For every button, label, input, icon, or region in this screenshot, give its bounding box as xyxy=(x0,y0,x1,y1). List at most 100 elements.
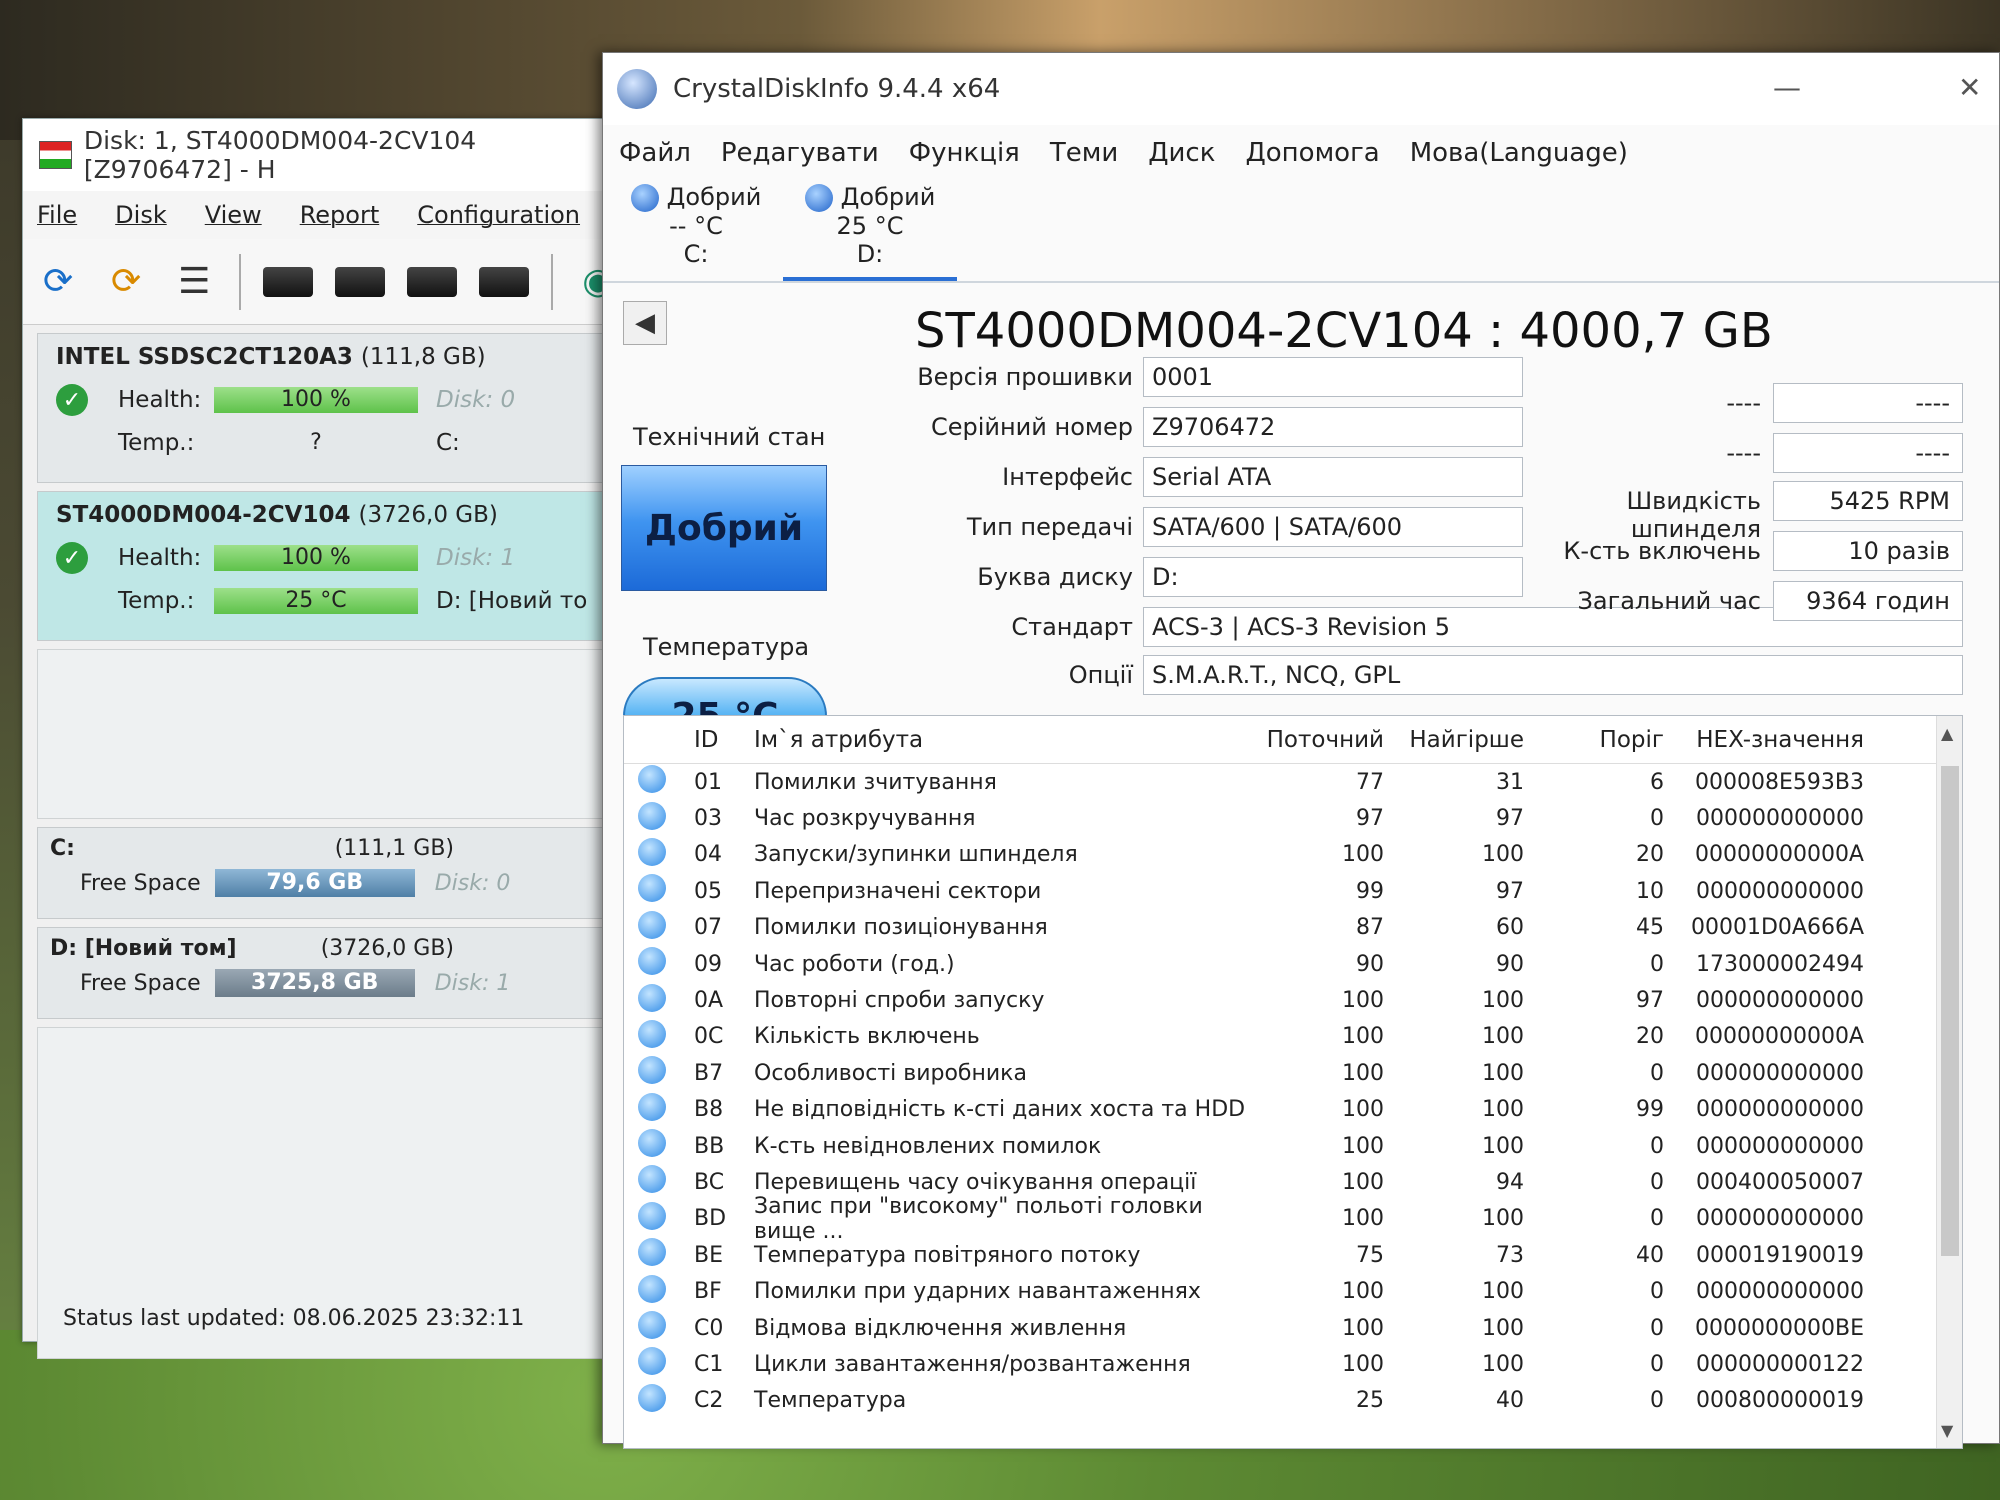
table-row[interactable]: BE Температура повітряного потоку 75 73 40 00… xyxy=(624,1237,1962,1273)
drive-letter-label: Буква диску xyxy=(977,563,1133,591)
power-on-count-value: 10 разів xyxy=(1773,531,1963,571)
volume-entry-d[interactable]: D: [Новий том] (3726,0 GB) Free Space 372… xyxy=(37,927,607,1019)
volume-disk-index: Disk: 0 xyxy=(434,870,511,896)
disk-test-icon[interactable] xyxy=(407,266,458,297)
list-icon[interactable]: ☰ xyxy=(171,258,217,306)
minimize-icon[interactable]: — xyxy=(1773,71,1801,104)
attribute-id: 0A xyxy=(694,988,724,1014)
refresh-warning-icon[interactable]: ⟳ xyxy=(103,258,149,306)
smart-attributes-table[interactable]: ID Ім`я атрибута Поточний Найгірше Поріг… xyxy=(623,715,1963,1449)
menu-view[interactable]: View xyxy=(205,201,262,229)
attribute-worst: 40 xyxy=(1496,1388,1524,1414)
disk-entry-intel[interactable]: INTEL SSDSC2CT120A3 (111,8 GB) ✓ Health:… xyxy=(37,333,607,483)
firmware-value: 0001 xyxy=(1143,357,1523,397)
table-row[interactable]: 07 Помилки позиціонування 87 60 45 00001D0A66… xyxy=(624,910,1962,946)
attribute-id: BB xyxy=(694,1133,725,1159)
attribute-raw: 000019190019 xyxy=(1696,1242,1864,1268)
attribute-raw: 000000000000 xyxy=(1696,1097,1864,1123)
scroll-up-icon[interactable]: ▲ xyxy=(1941,724,1953,743)
status-good-icon xyxy=(804,184,833,212)
menu-file[interactable]: File xyxy=(37,201,77,229)
table-row[interactable]: BD Запис при "високому" польоті головки в… xyxy=(624,1194,1962,1244)
col-worst[interactable]: Найгірше xyxy=(1384,727,1524,753)
status-dot-icon xyxy=(638,1201,666,1230)
col-threshold[interactable]: Поріг xyxy=(1524,727,1664,753)
drive-tab-c[interactable]: Добрий -- °C C: xyxy=(609,181,783,281)
smart-table-header: ID Ім`я атрибута Поточний Найгірше Поріг… xyxy=(624,716,1962,764)
attribute-raw: 000400050007 xyxy=(1696,1169,1864,1195)
menu-configuration[interactable]: Configuration xyxy=(417,201,580,229)
attribute-worst: 100 xyxy=(1482,988,1524,1014)
col-current[interactable]: Поточний xyxy=(1254,727,1384,753)
crystaldiskinfo-app-icon xyxy=(617,69,657,109)
menu-disk[interactable]: Диск xyxy=(1148,138,1215,168)
table-row[interactable]: 05 Перепризначені сектори 99 97 10 0000000000… xyxy=(624,873,1962,909)
temperature-label: Температура xyxy=(643,633,810,661)
col-raw-values[interactable]: HEX-значення xyxy=(1664,727,1864,753)
status-dot-icon xyxy=(638,1019,666,1048)
table-row[interactable]: 03 Час розкручування 97 97 0 000000000000 xyxy=(624,800,1962,836)
menu-function[interactable]: Функція xyxy=(909,138,1020,168)
menu-language[interactable]: Мова(Language) xyxy=(1410,138,1628,168)
table-row[interactable]: 09 Час роботи (год.) 90 90 0 173000002494 xyxy=(624,946,1962,982)
table-row[interactable]: 0C Кількість включень 100 100 20 00000000000A xyxy=(624,1019,1962,1055)
table-row[interactable]: BF Помилки при ударних навантаженнях 100 10… xyxy=(624,1273,1962,1309)
status-cell xyxy=(624,1201,694,1236)
attribute-current: 75 xyxy=(1356,1242,1384,1268)
menu-disk[interactable]: Disk xyxy=(115,201,167,229)
health-status-button[interactable]: Добрий xyxy=(621,465,827,591)
menu-edit[interactable]: Редагувати xyxy=(721,138,879,168)
attribute-raw: 000000000000 xyxy=(1696,1279,1864,1305)
left-window-title: Disk: 1, ST4000DM004-2CV104 [Z9706472] -… xyxy=(83,126,477,184)
table-row[interactable]: C1 Цикли завантаження/розвантаження 100 100… xyxy=(624,1346,1962,1382)
attribute-threshold: 0 xyxy=(1650,806,1664,832)
scroll-down-icon[interactable]: ▼ xyxy=(1941,1421,1953,1440)
disk-schedule-icon[interactable] xyxy=(335,266,386,297)
attribute-worst: 90 xyxy=(1496,951,1524,977)
menu-help[interactable]: Допомога xyxy=(1245,138,1379,168)
attribute-current: 100 xyxy=(1342,1315,1384,1341)
attribute-worst: 100 xyxy=(1482,1206,1524,1232)
menu-file[interactable]: Файл xyxy=(619,138,691,168)
attribute-worst: 100 xyxy=(1482,1315,1524,1341)
smart-scrollbar[interactable]: ▲ ▼ xyxy=(1936,716,1962,1448)
attribute-id: 03 xyxy=(694,806,722,832)
smart-table-body: 01 Помилки зчитування 77 31 6 000008E593B3 03 Ч… xyxy=(624,764,1962,1419)
table-row[interactable]: C0 Відмова відключення живлення 100 100 0 000… xyxy=(624,1310,1962,1346)
drive-tab-d[interactable]: Добрий 25 °C D: xyxy=(783,181,957,281)
left-title-bar[interactable]: Disk: 1, ST4000DM004-2CV104 [Z9706472] -… xyxy=(23,119,621,191)
menu-report[interactable]: Report xyxy=(300,201,380,229)
table-row[interactable]: BB К-сть невідновлених помилок 100 100 0 0000… xyxy=(624,1128,1962,1164)
attribute-current: 25 xyxy=(1356,1388,1384,1414)
scrollbar-thumb[interactable] xyxy=(1941,766,1959,1256)
menu-themes[interactable]: Теми xyxy=(1050,138,1118,168)
volume-disk-index: Disk: 1 xyxy=(434,970,511,996)
drive-temp: -- °C xyxy=(669,212,723,240)
attribute-id: BC xyxy=(694,1169,725,1195)
col-attribute-name[interactable]: Ім`я атрибута xyxy=(754,727,1254,753)
table-row[interactable]: B8 Не відповідність к-сті даних хоста та … xyxy=(624,1092,1962,1128)
disk-search-icon[interactable] xyxy=(479,266,529,297)
previous-disk-button[interactable]: ◀ xyxy=(623,301,667,345)
attribute-id: BD xyxy=(694,1206,727,1232)
disk-name: ST4000DM004-2CV104 xyxy=(56,502,351,528)
attribute-id: 0C xyxy=(694,1024,724,1050)
table-row[interactable]: 0A Повторні спроби запуску 100 100 97 0000000… xyxy=(624,982,1962,1018)
volume-capacity: (111,1 GB) xyxy=(334,836,454,861)
status-cell xyxy=(624,1019,694,1054)
table-row[interactable]: B7 Особливості виробника 100 100 0 0000000000… xyxy=(624,1055,1962,1091)
table-row[interactable]: 04 Запуски/зупинки шпинделя 100 100 20 000000… xyxy=(624,837,1962,873)
disk-entry-seagate[interactable]: ST4000DM004-2CV104 (3726,0 GB) ✓ Health:… xyxy=(37,491,607,641)
volume-entry-c[interactable]: C: (111,1 GB) Free Space 79,6 GB Disk: 0 xyxy=(37,827,607,919)
volume-capacity: (3726,0 GB) xyxy=(320,936,454,961)
attribute-threshold: 0 xyxy=(1650,1206,1664,1232)
table-row[interactable]: C2 Температура 25 40 0 000800000019 xyxy=(624,1383,1962,1419)
disk-info-icon[interactable] xyxy=(263,266,314,297)
col-id[interactable]: ID xyxy=(694,727,754,753)
refresh-icon[interactable]: ⟳ xyxy=(35,258,81,306)
cdi-title-bar[interactable]: CrystalDiskInfo 9.4.4 x64 — ✕ xyxy=(603,53,1999,125)
attribute-id: 04 xyxy=(694,842,722,868)
attribute-threshold: 20 xyxy=(1636,1024,1664,1050)
table-row[interactable]: 01 Помилки зчитування 77 31 6 000008E593B3 xyxy=(624,764,1962,800)
close-icon[interactable]: ✕ xyxy=(1958,71,1981,104)
